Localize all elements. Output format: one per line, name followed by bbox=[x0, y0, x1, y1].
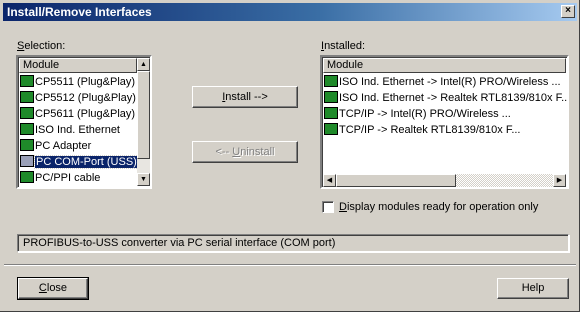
module-icon bbox=[20, 75, 34, 87]
close-button[interactable]: Close bbox=[17, 277, 89, 300]
installed-list-item[interactable]: ISO Ind. Ethernet -> Intel(R) PRO/Wirele… bbox=[324, 74, 561, 90]
installed-list-item[interactable]: ISO Ind. Ethernet -> Realtek RTL8139/810… bbox=[324, 90, 569, 106]
selection-vertical-scrollbar[interactable]: ▲ ▼ bbox=[137, 58, 150, 186]
selection-list-item[interactable]: CP5611 (Plug&Play) bbox=[20, 106, 135, 122]
selection-list-item[interactable]: PC COM-Port (USS) bbox=[20, 154, 139, 170]
scroll-down-icon[interactable]: ▼ bbox=[137, 173, 150, 186]
module-icon bbox=[20, 107, 34, 119]
install-button[interactable]: Install --> bbox=[192, 86, 298, 108]
close-icon[interactable]: × bbox=[561, 5, 575, 18]
selection-list-item[interactable]: CP5512 (Plug&Play) bbox=[20, 90, 136, 106]
selection-list-item[interactable]: PC/PPI cable bbox=[20, 170, 100, 186]
module-warning-icon bbox=[324, 91, 338, 103]
selection-item-label: PC COM-Port (USS) bbox=[34, 155, 139, 169]
module-icon bbox=[20, 171, 34, 183]
selection-list-item[interactable]: CP5511 (Plug&Play) bbox=[20, 74, 135, 90]
selection-column-header[interactable]: Module bbox=[19, 58, 137, 73]
installed-item-label: TCP/IP -> Intel(R) PRO/Wireless ... bbox=[339, 108, 511, 120]
selection-list-item[interactable]: PC Adapter bbox=[20, 138, 91, 154]
installed-list-item[interactable]: TCP/IP -> Intel(R) PRO/Wireless ... bbox=[324, 106, 511, 122]
installed-column-header[interactable]: Module bbox=[323, 58, 566, 73]
com-port-icon bbox=[20, 155, 34, 167]
display-ready-only-label[interactable]: Display modules ready for operation only bbox=[339, 201, 538, 214]
installed-label: Installed: bbox=[321, 40, 366, 52]
installed-item-label: ISO Ind. Ethernet -> Realtek RTL8139/810… bbox=[339, 92, 569, 104]
selection-item-label: CP5611 (Plug&Play) bbox=[35, 108, 136, 120]
title-bar: Install/Remove Interfaces × bbox=[3, 3, 577, 21]
scroll-up-icon[interactable]: ▲ bbox=[137, 58, 150, 71]
display-ready-only-checkbox[interactable] bbox=[322, 201, 334, 213]
selection-label: Selection: bbox=[17, 40, 66, 52]
scroll-right-icon[interactable]: ▶ bbox=[553, 174, 566, 187]
scroll-thumb[interactable] bbox=[336, 174, 456, 187]
description-box: PROFIBUS-to-USS converter via PC serial … bbox=[17, 234, 569, 252]
selection-item-label: ISO Ind. Ethernet bbox=[35, 124, 120, 136]
uninstall-button: <-- Uninstall bbox=[192, 141, 298, 163]
installed-listbox[interactable]: Module ISO Ind. Ethernet -> Intel(R) PRO… bbox=[320, 55, 569, 189]
selection-list-item[interactable]: ISO Ind. Ethernet bbox=[20, 122, 120, 138]
selection-item-label: CP5511 (Plug&Play) bbox=[35, 76, 136, 88]
install-remove-interfaces-dialog: Install/Remove Interfaces × Selection: M… bbox=[0, 0, 580, 312]
help-button[interactable]: Help bbox=[497, 278, 569, 299]
window-title: Install/Remove Interfaces bbox=[7, 5, 152, 19]
installed-item-label: TCP/IP -> Realtek RTL8139/810x F... bbox=[339, 124, 521, 136]
module-icon bbox=[20, 139, 34, 151]
scroll-thumb[interactable] bbox=[137, 71, 150, 159]
selection-listbox[interactable]: Module CP5511 (Plug&Play) CP5512 (Plug&Pl… bbox=[16, 55, 152, 189]
selection-item-label: PC Adapter bbox=[35, 140, 92, 152]
installed-list-item[interactable]: TCP/IP -> Realtek RTL8139/810x F... bbox=[324, 122, 521, 138]
scroll-left-icon[interactable]: ◀ bbox=[323, 174, 336, 187]
module-icon bbox=[20, 123, 34, 135]
selection-item-label: PC/PPI cable bbox=[35, 172, 101, 184]
module-icon bbox=[324, 107, 338, 119]
selection-item-label: CP5512 (Plug&Play) bbox=[35, 92, 136, 104]
divider bbox=[4, 264, 576, 266]
module-icon bbox=[20, 91, 34, 103]
installed-horizontal-scrollbar[interactable]: ◀ ▶ bbox=[323, 174, 566, 187]
installed-item-label: ISO Ind. Ethernet -> Intel(R) PRO/Wirele… bbox=[339, 76, 561, 88]
module-icon bbox=[324, 75, 338, 87]
module-warning-icon bbox=[324, 123, 338, 135]
